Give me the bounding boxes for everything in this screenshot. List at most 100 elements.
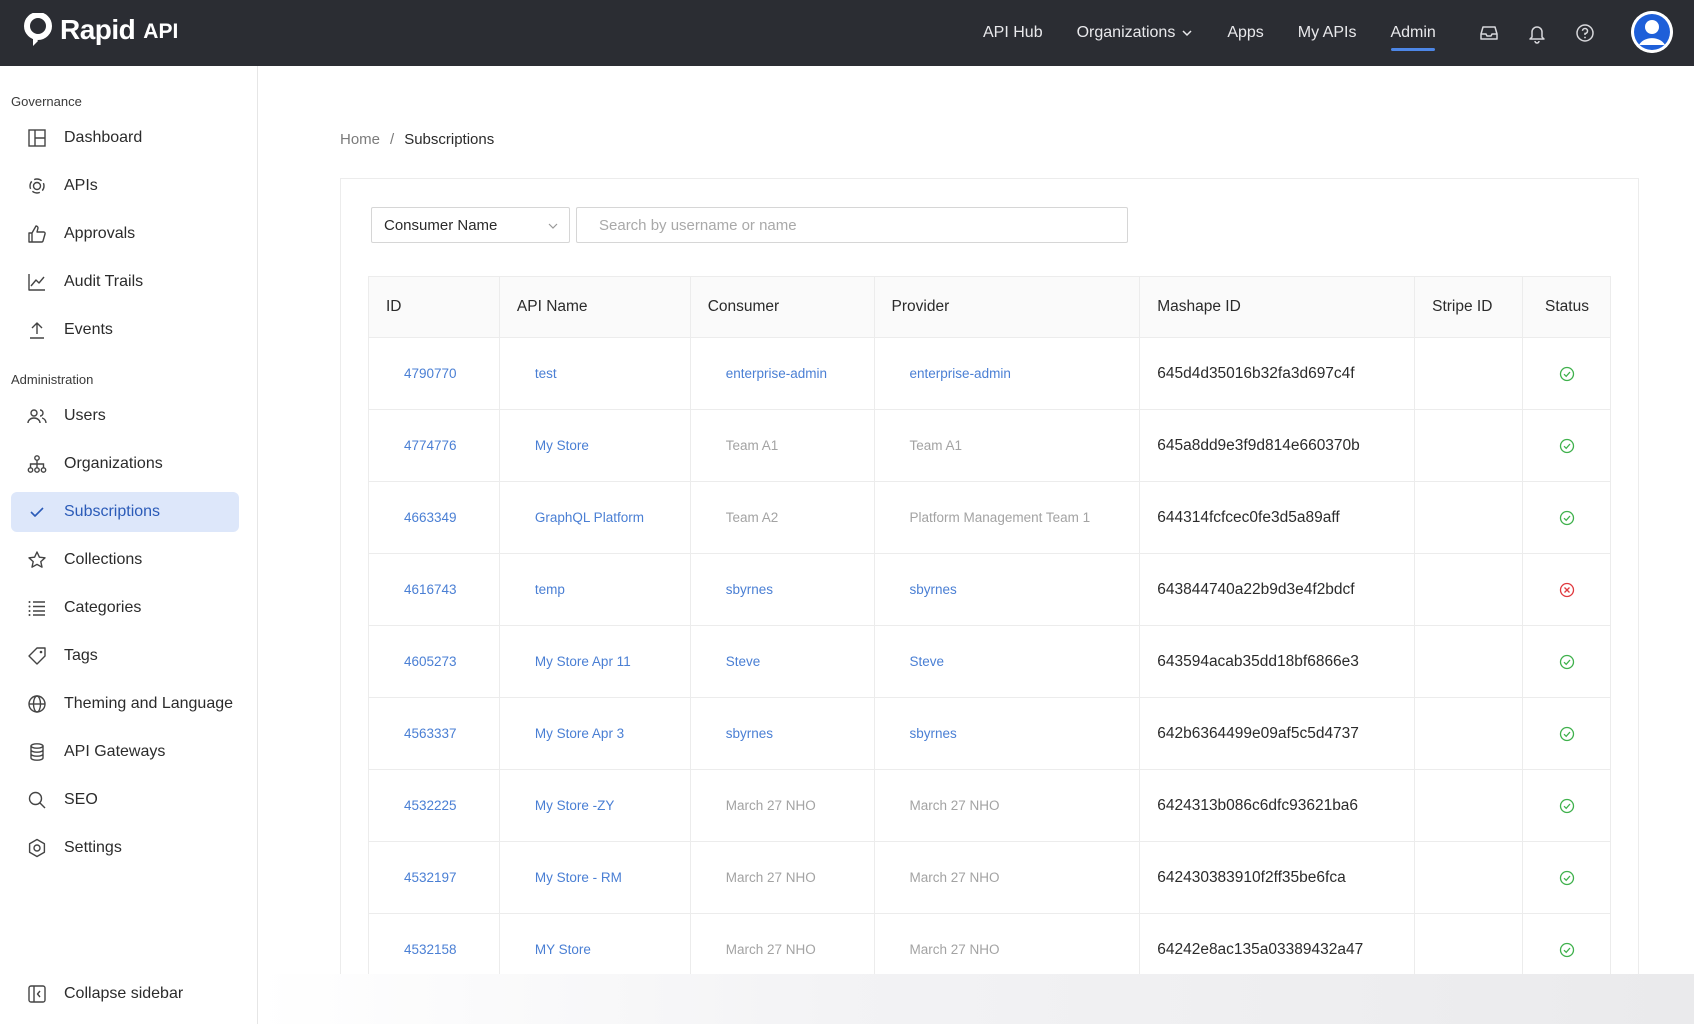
sidebar-item-subscriptions[interactable]: Subscriptions (11, 492, 239, 532)
status-active-icon (1559, 798, 1574, 813)
sidebar-item-api-gateways[interactable]: API Gateways (11, 732, 239, 772)
column-header-stripe-id[interactable]: Stripe ID (1414, 276, 1523, 338)
breadcrumb-separator: / (390, 131, 395, 148)
provider-value[interactable]: sbyrnes (910, 582, 957, 597)
table-row[interactable]: 4563337 My Store Apr 3 sbyrnes sbyrnes 642b6… (368, 697, 1611, 770)
table-row[interactable]: 4532225 My Store -ZY March 27 NHO March 27 … (368, 769, 1611, 842)
cell-api-name: GraphQL Platform (498, 481, 691, 554)
column-header-consumer[interactable]: Consumer (689, 276, 875, 338)
cell-provider: Platform Management Team 1 (873, 481, 1141, 554)
nav-organizations[interactable]: Organizations (1060, 0, 1211, 66)
sidebar-item-collections[interactable]: Collections (11, 540, 239, 580)
consumer-value[interactable]: sbyrnes (726, 726, 773, 741)
table-row[interactable]: 4532197 My Store - RM March 27 NHO March 27… (368, 841, 1611, 914)
provider-value: March 27 NHO (909, 942, 1000, 957)
consumer-value[interactable]: enterprise-admin (726, 366, 827, 381)
sidebar-item-seo[interactable]: SEO (11, 780, 239, 820)
sidebar-item-tags[interactable]: Tags (11, 636, 239, 676)
bell-icon[interactable] (1526, 22, 1548, 44)
subscription-id-link[interactable]: 4532225 (404, 798, 457, 813)
collapse-sidebar-button[interactable]: Collapse sidebar (11, 974, 239, 1014)
api-name-link[interactable]: temp (535, 582, 565, 597)
api-name-link[interactable]: My Store Apr 11 (535, 654, 631, 669)
table-row[interactable]: 4605273 My Store Apr 11 Steve Steve 643594ac… (368, 625, 1611, 698)
chevron-down-icon (548, 223, 558, 229)
sidebar-item-settings[interactable]: Settings (11, 828, 239, 868)
sidebar-item-users[interactable]: Users (11, 396, 239, 436)
column-header-id[interactable]: ID (368, 276, 500, 338)
status-active-icon (1559, 366, 1574, 381)
consumer-value[interactable]: sbyrnes (726, 582, 773, 597)
api-name-link[interactable]: My Store - RM (535, 870, 622, 885)
sidebar-item-categories[interactable]: Categories (11, 588, 239, 628)
api-name-link[interactable]: test (535, 366, 557, 381)
status-active-icon (1559, 870, 1574, 885)
nav-api-hub[interactable]: API Hub (966, 0, 1060, 66)
cell-status (1522, 337, 1611, 410)
nav-apps[interactable]: Apps (1210, 0, 1280, 66)
table-row[interactable]: 4663349 GraphQL Platform Team A2 Platform M… (368, 481, 1611, 554)
sidebar-item-events[interactable]: Events (11, 310, 239, 350)
chart-line-icon (28, 274, 45, 291)
apis-icon (29, 178, 45, 194)
cell-consumer: Team A2 (689, 481, 875, 554)
column-header-api-name[interactable]: API Name (498, 276, 691, 338)
cell-id: 4532197 (368, 841, 500, 914)
table-row[interactable]: 4616743 temp sbyrnes sbyrnes 643844740a22b9d… (368, 553, 1611, 626)
user-avatar[interactable] (1631, 11, 1673, 53)
sidebar-item-dashboard[interactable]: Dashboard (11, 118, 239, 158)
subscription-id-link[interactable]: 4616743 (404, 582, 457, 597)
column-header-provider[interactable]: Provider (873, 276, 1141, 338)
filter-field-select[interactable]: Consumer Name (371, 207, 570, 243)
provider-value[interactable]: sbyrnes (910, 726, 957, 741)
mashape-id-value: 642b6364499e09af5c5d4737 (1157, 724, 1359, 742)
sidebar-item-label: APIs (64, 177, 98, 194)
sidebar-item-organizations[interactable]: Organizations (11, 444, 239, 484)
table-row[interactable]: 4790770 test enterprise-admin enterprise-ad… (368, 337, 1611, 410)
sidebar-item-label: SEO (64, 791, 98, 808)
sidebar-item-label: Audit Trails (64, 273, 144, 290)
sidebar-item-approvals[interactable]: Approvals (11, 214, 239, 254)
cell-mashape-id: 643844740a22b9d3e4f2bdcf (1139, 553, 1416, 626)
status-active-icon (1559, 510, 1574, 525)
consumer-value[interactable]: Steve (726, 654, 761, 669)
search-input[interactable] (576, 207, 1128, 243)
api-name-link[interactable]: My Store -ZY (535, 798, 615, 813)
api-name-link[interactable]: My Store Apr 3 (535, 726, 624, 741)
column-header-mashape-id[interactable]: Mashape ID (1139, 276, 1416, 338)
consumer-value: March 27 NHO (725, 870, 816, 885)
sidebar-item-audit-trails[interactable]: Audit Trails (11, 262, 239, 302)
subscription-id-link[interactable]: 4663349 (404, 510, 457, 525)
api-name-link[interactable]: MY Store (535, 942, 591, 957)
sidebar-item-label: Tags (64, 647, 98, 664)
provider-value[interactable]: enterprise-admin (910, 366, 1011, 381)
breadcrumb-home[interactable]: Home (340, 131, 380, 148)
brand-name: Rapid (60, 14, 136, 45)
subscription-id-link[interactable]: 4790770 (404, 366, 457, 381)
column-header-status[interactable]: Status (1522, 276, 1611, 338)
help-icon[interactable] (1574, 22, 1596, 44)
nav-my-apis[interactable]: My APIs (1281, 0, 1374, 66)
chevron-down-icon (1182, 30, 1192, 37)
table-row[interactable]: 4774776 My Store Team A1 Team A1 645a8dd9e3f… (368, 409, 1611, 482)
subscription-id-link[interactable]: 4774776 (404, 438, 457, 453)
api-name-link[interactable]: GraphQL Platform (535, 510, 644, 525)
subscription-id-link[interactable]: 4532158 (404, 942, 457, 957)
inbox-icon[interactable] (1478, 22, 1500, 44)
sidebar-item-label: Settings (64, 839, 122, 856)
sidebar-section-governance: Governance (11, 94, 82, 109)
subscriptions-table: ID API Name Consumer Provider Mashape ID… (368, 276, 1611, 986)
subscription-id-link[interactable]: 4605273 (404, 654, 457, 669)
sidebar-item-apis[interactable]: APIs (11, 166, 239, 206)
api-name-link[interactable]: My Store (535, 438, 589, 453)
cell-status (1522, 481, 1611, 554)
rapidapi-logo[interactable]: Rapid API (24, 13, 178, 47)
filter-field-value: Consumer Name (384, 216, 498, 234)
provider-value[interactable]: Steve (910, 654, 945, 669)
cell-stripe-id (1414, 697, 1523, 770)
cell-consumer: sbyrnes (689, 553, 875, 626)
subscription-id-link[interactable]: 4563337 (404, 726, 457, 741)
subscription-id-link[interactable]: 4532197 (404, 870, 457, 885)
sidebar-item-theming[interactable]: Theming and Language (11, 684, 239, 724)
nav-admin[interactable]: Admin (1373, 0, 1452, 66)
